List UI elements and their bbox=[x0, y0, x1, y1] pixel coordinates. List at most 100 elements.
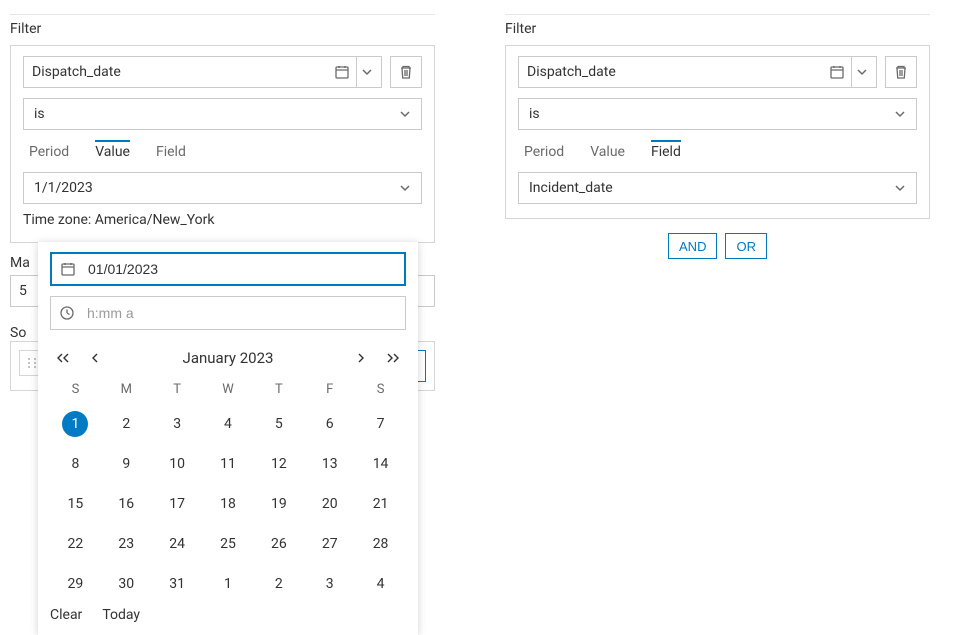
calendar-day[interactable]: 3 bbox=[304, 571, 355, 597]
time-input[interactable] bbox=[50, 296, 406, 330]
calendar-day[interactable]: 15 bbox=[50, 491, 101, 517]
date-value-select[interactable]: 1/1/2023 bbox=[23, 172, 422, 204]
calendar-clear-button[interactable]: Clear bbox=[50, 607, 82, 623]
calendar-day[interactable]: 16 bbox=[101, 491, 152, 517]
calendar-day[interactable]: 13 bbox=[304, 451, 355, 477]
operator-select[interactable]: is bbox=[23, 98, 422, 130]
divider bbox=[851, 57, 852, 87]
calendar-day[interactable]: 23 bbox=[101, 531, 152, 557]
day-of-week-header: T bbox=[253, 382, 304, 397]
calendar-day[interactable]: 5 bbox=[253, 411, 304, 437]
calendar-day[interactable]: 2 bbox=[253, 571, 304, 597]
calendar-day[interactable]: 18 bbox=[203, 491, 254, 517]
date-text-input[interactable] bbox=[86, 260, 396, 278]
field-select[interactable]: Dispatch_date bbox=[518, 56, 877, 88]
calendar-day[interactable]: 25 bbox=[203, 531, 254, 557]
and-button[interactable]: AND bbox=[668, 233, 717, 259]
calendar-today-button[interactable]: Today bbox=[102, 607, 140, 623]
operator-label: is bbox=[34, 106, 399, 122]
filter-section-title: Filter bbox=[505, 14, 930, 45]
day-of-week-header: F bbox=[304, 382, 355, 397]
calendar-day[interactable]: 12 bbox=[253, 451, 304, 477]
calendar-day[interactable]: 8 bbox=[50, 451, 101, 477]
calendar-day[interactable]: 31 bbox=[152, 571, 203, 597]
next-month-button[interactable] bbox=[352, 349, 370, 367]
delete-filter-button[interactable] bbox=[390, 56, 422, 88]
calendar-day[interactable]: 30 bbox=[101, 571, 152, 597]
calendar-day[interactable]: 9 bbox=[101, 451, 152, 477]
calendar-day[interactable]: 6 bbox=[304, 411, 355, 437]
operator-label: is bbox=[529, 106, 894, 122]
calendar-day[interactable]: 17 bbox=[152, 491, 203, 517]
field-select[interactable]: Dispatch_date bbox=[23, 56, 382, 88]
next-year-button[interactable] bbox=[384, 349, 402, 367]
comparison-field-select[interactable]: Incident_date bbox=[518, 172, 917, 204]
sort-by-label: So bbox=[10, 325, 26, 341]
calendar-day[interactable]: 28 bbox=[355, 531, 406, 557]
field-select-label: Dispatch_date bbox=[527, 64, 829, 80]
chevron-down-icon bbox=[399, 182, 411, 194]
tab-period[interactable]: Period bbox=[29, 144, 69, 162]
calendar-header: January 2023 bbox=[50, 344, 406, 372]
calendar-day[interactable]: 21 bbox=[355, 491, 406, 517]
input-type-tabs: Period Value Field bbox=[524, 144, 917, 162]
calendar-day[interactable]: 10 bbox=[152, 451, 203, 477]
max-features-value: 5 bbox=[19, 283, 27, 299]
operator-select[interactable]: is bbox=[518, 98, 917, 130]
calendar-icon bbox=[829, 64, 845, 80]
tab-period[interactable]: Period bbox=[524, 144, 564, 162]
calendar-day[interactable]: 14 bbox=[355, 451, 406, 477]
calendar-grid: SMTWTFS123456789101112131415161718192021… bbox=[50, 382, 406, 597]
calendar-day[interactable]: 22 bbox=[50, 531, 101, 557]
date-input[interactable] bbox=[50, 252, 406, 286]
logic-buttons: AND OR bbox=[505, 233, 930, 259]
filter-panel-right: Dispatch_date is bbox=[505, 45, 930, 219]
day-of-week-header: W bbox=[203, 382, 254, 397]
calendar-icon bbox=[60, 261, 76, 277]
date-picker-popup: January 2023 SMTWTFS12345678910111213141… bbox=[38, 242, 418, 635]
filter-panel-left: Dispatch_date is bbox=[10, 45, 435, 243]
tab-field[interactable]: Field bbox=[156, 144, 186, 162]
day-of-week-header: S bbox=[355, 382, 406, 397]
calendar-day[interactable]: 7 bbox=[355, 411, 406, 437]
calendar-day[interactable]: 2 bbox=[101, 411, 152, 437]
tab-value[interactable]: Value bbox=[590, 144, 625, 162]
timezone-label: Time zone: America/New_York bbox=[23, 212, 422, 228]
day-of-week-header: S bbox=[50, 382, 101, 397]
tab-field[interactable]: Field bbox=[651, 140, 681, 162]
chevron-down-icon bbox=[361, 66, 373, 78]
calendar-day[interactable]: 24 bbox=[152, 531, 203, 557]
divider bbox=[356, 57, 357, 87]
calendar-icon bbox=[334, 64, 350, 80]
field-select-label: Dispatch_date bbox=[32, 64, 334, 80]
calendar-day[interactable]: 3 bbox=[152, 411, 203, 437]
calendar-day[interactable]: 1 bbox=[203, 571, 254, 597]
tab-value[interactable]: Value bbox=[95, 140, 130, 162]
filter-section-title: Filter bbox=[10, 14, 435, 45]
calendar-day[interactable]: 1 bbox=[62, 411, 88, 437]
date-value-label: 1/1/2023 bbox=[34, 180, 399, 196]
chevron-down-icon bbox=[894, 182, 906, 194]
comparison-field-label: Incident_date bbox=[529, 180, 894, 196]
calendar-day[interactable]: 26 bbox=[253, 531, 304, 557]
prev-year-button[interactable] bbox=[54, 349, 72, 367]
calendar-day[interactable]: 29 bbox=[50, 571, 101, 597]
or-button[interactable]: OR bbox=[725, 233, 767, 259]
clock-icon bbox=[59, 305, 75, 321]
delete-filter-button[interactable] bbox=[885, 56, 917, 88]
calendar-day[interactable]: 27 bbox=[304, 531, 355, 557]
chevron-down-icon bbox=[856, 66, 868, 78]
day-of-week-header: M bbox=[101, 382, 152, 397]
calendar-month-label: January 2023 bbox=[183, 349, 274, 367]
chevron-down-icon bbox=[399, 108, 411, 120]
chevron-down-icon bbox=[894, 108, 906, 120]
day-of-week-header: T bbox=[152, 382, 203, 397]
calendar-day[interactable]: 11 bbox=[203, 451, 254, 477]
calendar-day[interactable]: 4 bbox=[355, 571, 406, 597]
input-type-tabs: Period Value Field bbox=[29, 144, 422, 162]
calendar-day[interactable]: 4 bbox=[203, 411, 254, 437]
time-text-input[interactable] bbox=[85, 304, 397, 322]
calendar-day[interactable]: 20 bbox=[304, 491, 355, 517]
calendar-day[interactable]: 19 bbox=[253, 491, 304, 517]
prev-month-button[interactable] bbox=[86, 349, 104, 367]
